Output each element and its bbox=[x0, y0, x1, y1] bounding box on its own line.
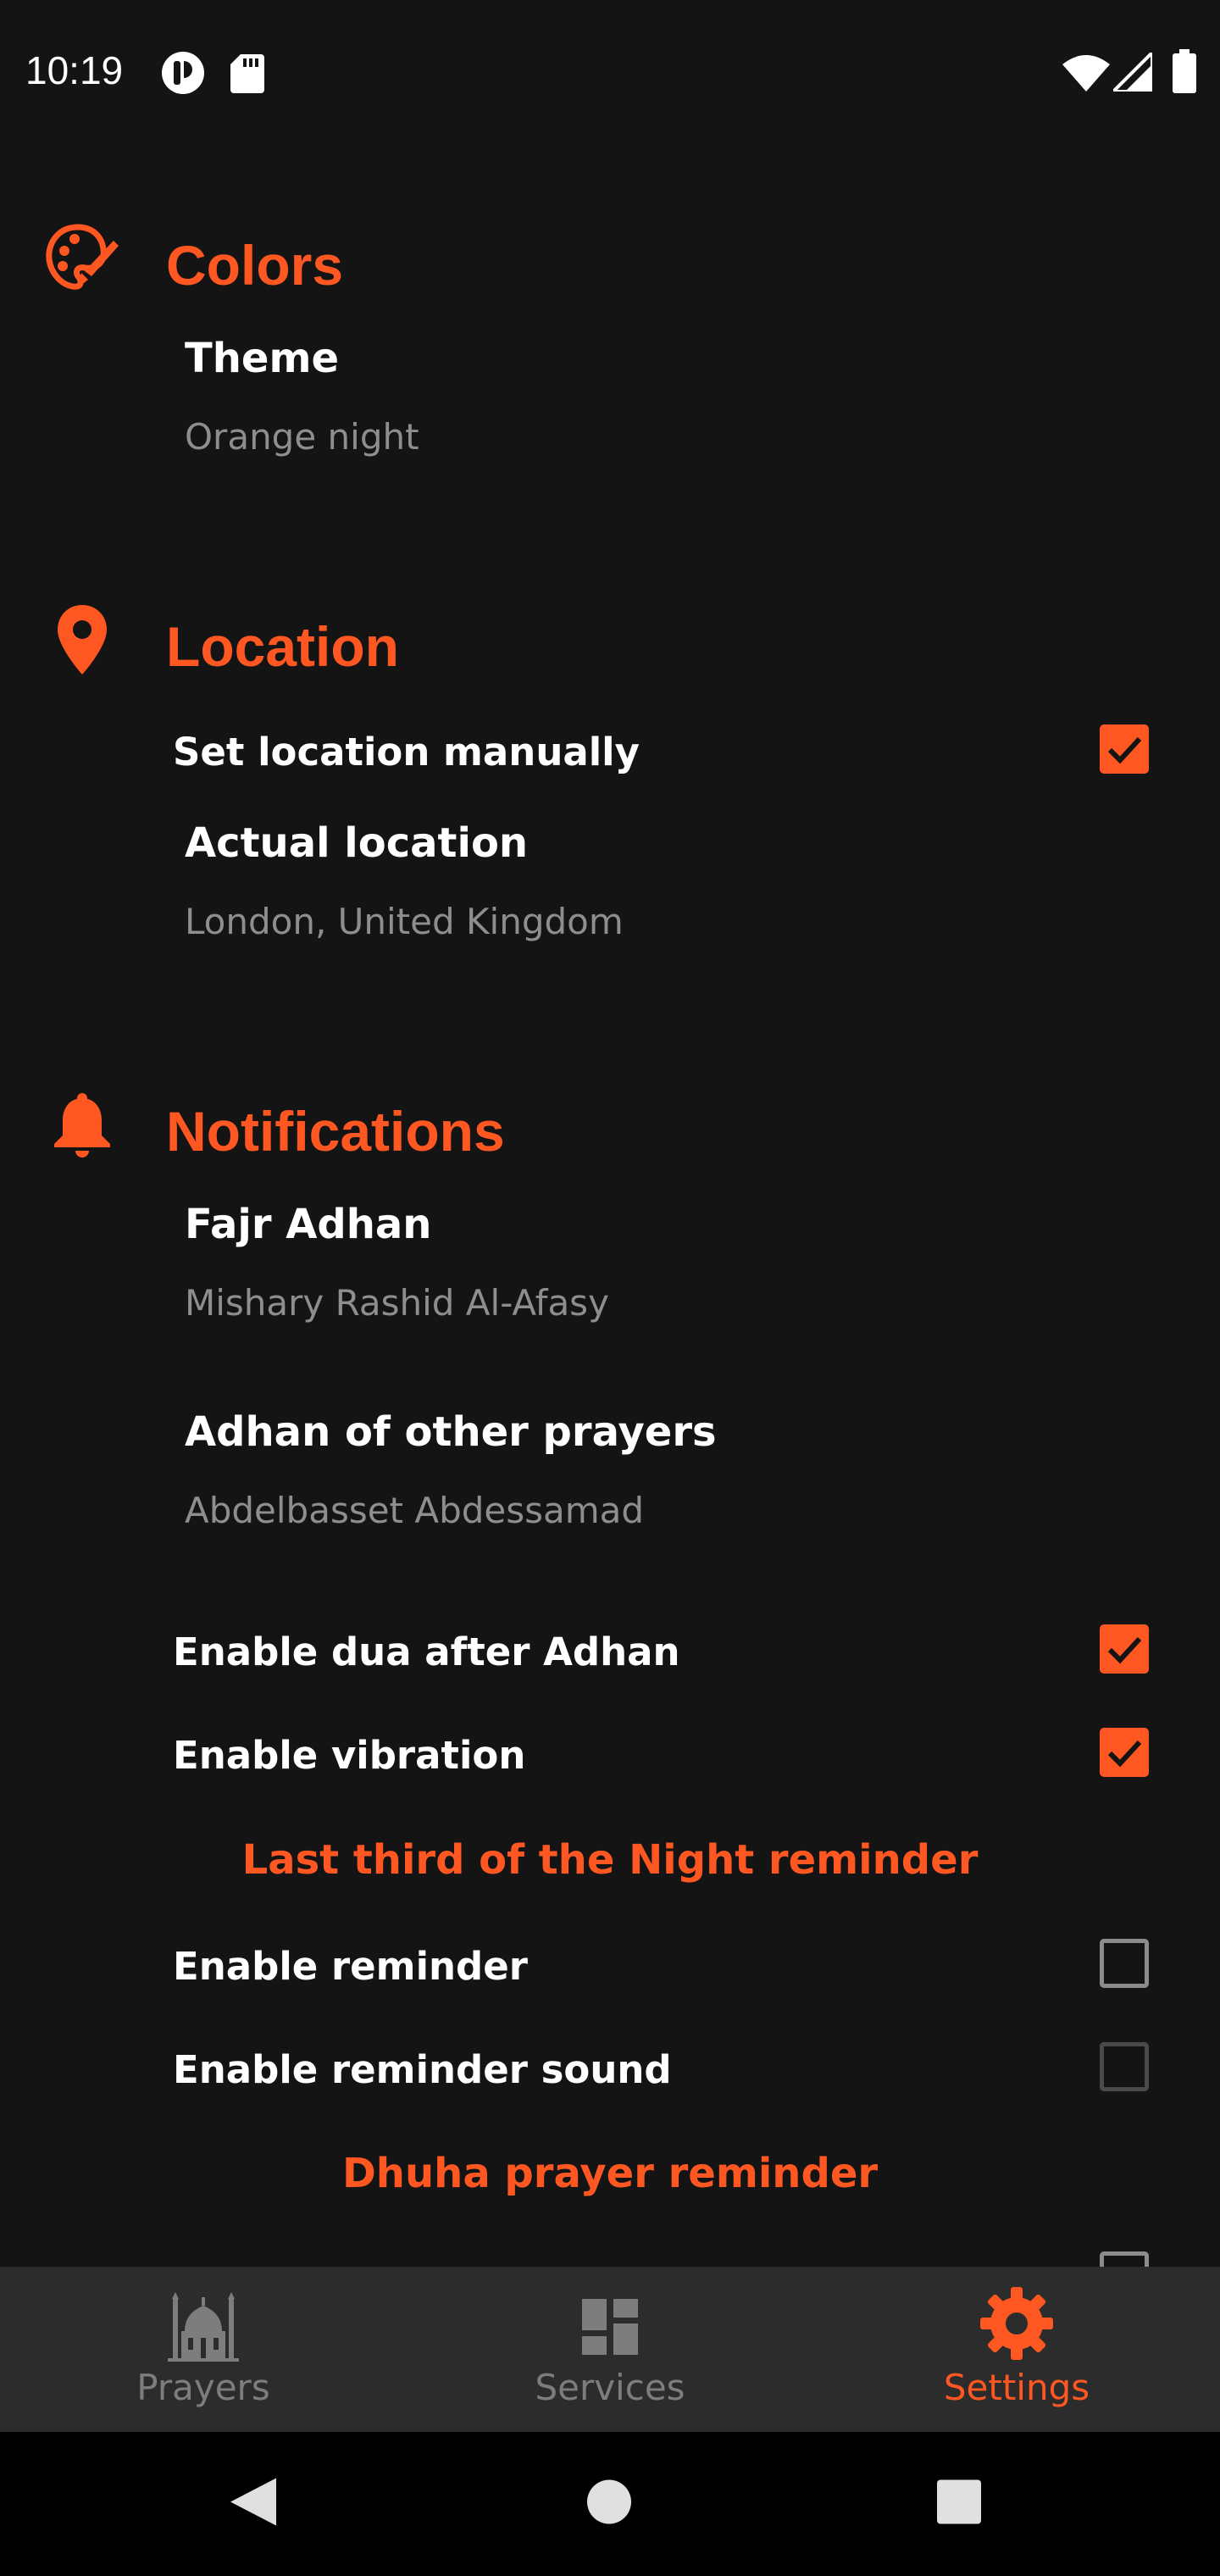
settings-list[interactable]: Colors Theme Orange night Location Set l… bbox=[0, 144, 1220, 2267]
wifi-icon bbox=[1062, 54, 1110, 96]
map-pin-icon bbox=[44, 602, 120, 678]
sd-card-icon bbox=[230, 54, 264, 97]
nav-label: Services bbox=[535, 2367, 685, 2408]
pref-summary: Abdelbasset Abdessamad bbox=[185, 1490, 645, 1531]
signal-icon bbox=[1109, 48, 1154, 96]
section-title-location: Location bbox=[166, 615, 399, 678]
check-label: Enable vibration bbox=[173, 1733, 526, 1778]
check-label: Enable reminder bbox=[173, 1944, 528, 1989]
pref-enable-reminder[interactable]: Enable reminder bbox=[0, 1920, 1220, 2013]
pref-partially-hidden[interactable] bbox=[0, 2233, 1220, 2267]
nav-item-settings[interactable]: Settings bbox=[813, 2267, 1220, 2432]
subheading-last-third: Last third of the Night reminder bbox=[241, 1836, 979, 1884]
pref-summary: Mishary Rashid Al-Afasy bbox=[185, 1282, 609, 1324]
gear-icon bbox=[979, 2285, 1055, 2366]
checkbox-unchecked[interactable] bbox=[1100, 1939, 1149, 1988]
nav-label: Settings bbox=[943, 2367, 1090, 2408]
pref-other-adhan[interactable]: Adhan of other prayers Abdelbasset Abdes… bbox=[0, 1408, 1220, 1561]
check-label: Set location manually bbox=[173, 730, 640, 774]
pref-dua-after-adhan[interactable]: Enable dua after Adhan bbox=[0, 1606, 1220, 1699]
status-bar: 10:19 bbox=[0, 0, 1220, 144]
checkbox-checked[interactable] bbox=[1100, 1728, 1149, 1777]
dashboard-icon bbox=[582, 2299, 638, 2359]
check-label: Enable reminder sound bbox=[173, 2047, 672, 2092]
nav-item-prayers[interactable]: Prayers bbox=[0, 2267, 407, 2432]
section-notifications: Notifications bbox=[0, 1082, 1220, 1184]
pref-set-location-manually[interactable]: Set location manually bbox=[0, 706, 1220, 799]
checkbox-checked[interactable] bbox=[1100, 1624, 1149, 1674]
system-navigation-bar bbox=[0, 2432, 1220, 2576]
checkmark-icon bbox=[1107, 736, 1142, 764]
pref-summary: London, United Kingdom bbox=[185, 901, 624, 942]
section-title-notifications: Notifications bbox=[166, 1100, 505, 1163]
palette-icon bbox=[44, 220, 120, 297]
pref-title: Adhan of other prayers bbox=[185, 1408, 717, 1456]
checkbox-unchecked-disabled[interactable] bbox=[1100, 2042, 1149, 2091]
pref-enable-reminder-sound[interactable]: Enable reminder sound bbox=[0, 2024, 1220, 2117]
recents-icon[interactable] bbox=[937, 2479, 981, 2529]
pref-summary: Orange night bbox=[185, 416, 419, 458]
bell-icon bbox=[44, 1086, 120, 1163]
checkbox-unchecked[interactable] bbox=[1100, 2251, 1149, 2267]
section-location: Location bbox=[0, 597, 1220, 699]
pref-title: Actual location bbox=[185, 819, 529, 867]
pref-theme[interactable]: Theme Orange night bbox=[0, 335, 1220, 487]
back-icon[interactable] bbox=[230, 2478, 276, 2530]
status-time: 10:19 bbox=[25, 48, 124, 92]
battery-icon bbox=[1173, 49, 1196, 97]
pref-fajr-adhan[interactable]: Fajr Adhan Mishary Rashid Al-Afasy bbox=[0, 1201, 1220, 1353]
nav-item-services[interactable]: Services bbox=[407, 2267, 813, 2432]
checkmark-icon bbox=[1107, 1740, 1142, 1768]
pref-vibration[interactable]: Enable vibration bbox=[0, 1709, 1220, 1802]
home-icon[interactable] bbox=[586, 2479, 632, 2529]
check-label: Enable dua after Adhan bbox=[173, 1629, 680, 1674]
section-colors: Colors bbox=[0, 216, 1220, 318]
subheading-dhuha: Dhuha prayer reminder bbox=[341, 2150, 879, 2197]
pref-title: Fajr Adhan bbox=[185, 1201, 432, 1248]
pref-title: Theme bbox=[185, 335, 340, 382]
checkmark-icon bbox=[1107, 1636, 1142, 1664]
pref-actual-location[interactable]: Actual location London, United Kingdom bbox=[0, 819, 1220, 972]
section-title-colors: Colors bbox=[166, 234, 344, 297]
account-circle-icon bbox=[161, 51, 205, 99]
mosque-icon bbox=[168, 2290, 239, 2366]
nav-label: Prayers bbox=[136, 2367, 270, 2408]
checkbox-checked[interactable] bbox=[1100, 724, 1149, 774]
bottom-navigation: Prayers Services Settings bbox=[0, 2267, 1220, 2432]
